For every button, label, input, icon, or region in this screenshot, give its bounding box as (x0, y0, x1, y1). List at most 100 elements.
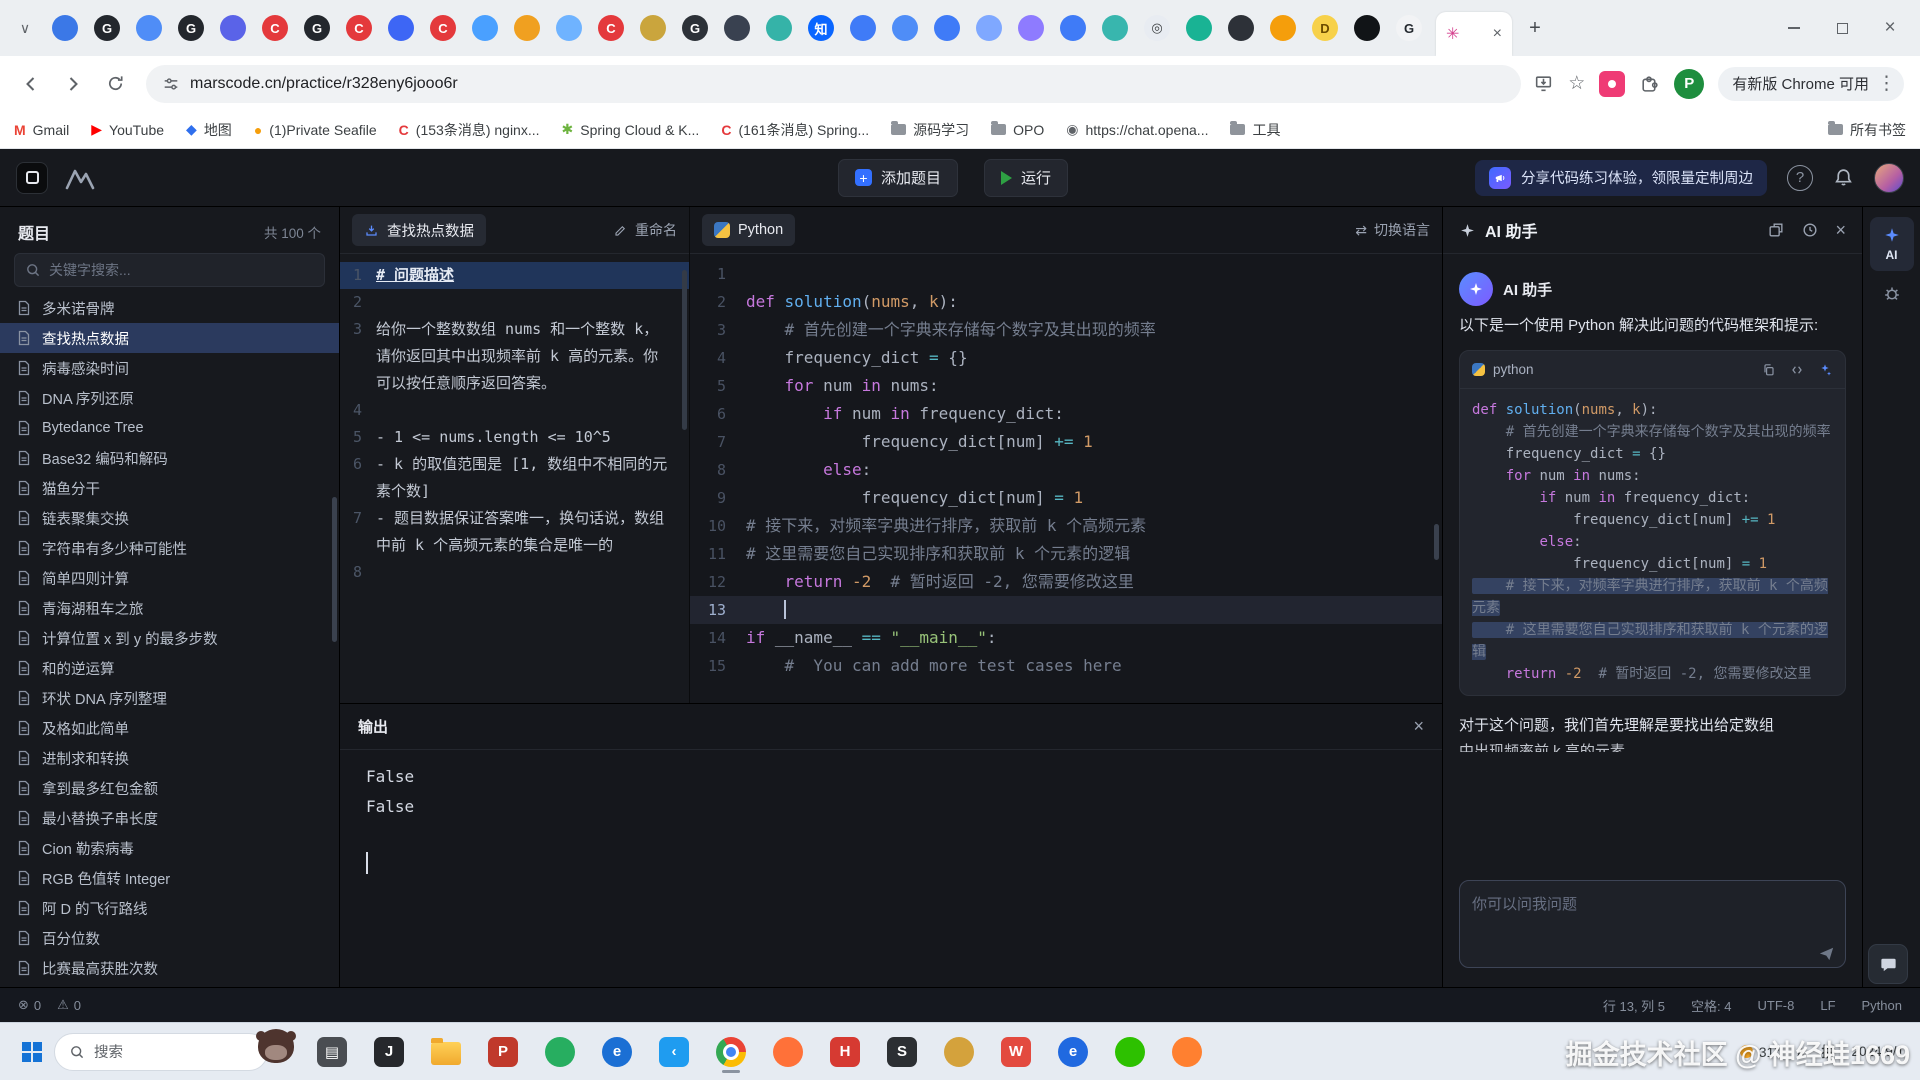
taskbar-wps[interactable]: W (994, 1030, 1038, 1074)
sidebar-item[interactable]: 和的逆运算 (0, 653, 339, 683)
tab-favicon[interactable] (850, 15, 876, 41)
ai-close-button[interactable]: × (1835, 220, 1846, 241)
bookmark-item[interactable]: ▶YouTube (91, 121, 164, 138)
tab-favicon[interactable] (892, 15, 918, 41)
tab-favicon[interactable] (514, 15, 540, 41)
tray-overflow-button[interactable]: ∧ (1796, 1044, 1806, 1060)
help-button[interactable]: ? (1787, 165, 1813, 191)
code-line[interactable]: 2def solution(nums, k): (690, 288, 1442, 316)
language-tab[interactable]: Python (702, 214, 795, 246)
tab-favicon[interactable] (934, 15, 960, 41)
code-line[interactable]: 15 # You can add more test cases here (690, 652, 1442, 680)
code-line[interactable]: 10# 接下来，对频率字典进行排序，获取前 k 个高频元素 (690, 512, 1442, 540)
search-highlight-gorilla-image[interactable] (258, 1029, 294, 1063)
taskbar-file-explorer[interactable] (424, 1030, 468, 1074)
tab-favicon[interactable] (1228, 15, 1254, 41)
language-mode[interactable]: Python (1862, 998, 1902, 1013)
taskbar-pdf-app[interactable]: P (481, 1030, 525, 1074)
back-button[interactable] (12, 65, 50, 103)
copy-code-button[interactable] (1761, 361, 1777, 377)
tab-favicon[interactable] (1354, 15, 1380, 41)
tab-favicon[interactable] (1102, 15, 1128, 41)
taskbar-notepad-app[interactable]: ▤ (310, 1030, 354, 1074)
code-line[interactable]: 14if __name__ == "__main__": (690, 624, 1442, 652)
code-line[interactable]: 6 if num in frequency_dict: (690, 400, 1442, 428)
window-minimize-button[interactable] (1770, 0, 1818, 56)
taskbar-firefox[interactable] (766, 1030, 810, 1074)
user-avatar[interactable] (1874, 163, 1904, 193)
tab-favicon[interactable] (52, 15, 78, 41)
sidebar-item[interactable]: 链表聚集交换 (0, 503, 339, 533)
insert-code-button[interactable] (1789, 361, 1805, 377)
promo-banner[interactable]: 分享代码练习体验，领限量定制周边 (1475, 160, 1767, 196)
tab-favicon[interactable] (766, 15, 792, 41)
tab-favicon[interactable] (1186, 15, 1212, 41)
sidebar-item[interactable]: 青海湖租车之旅 (0, 593, 339, 623)
problems-summary[interactable]: ⊗0 ⚠0 (18, 997, 81, 1013)
sidebar-item[interactable]: RGB 色值转 Integer (0, 863, 339, 893)
install-app-button[interactable] (1533, 73, 1554, 94)
sidebar-item[interactable]: 计算位置 x 到 y 的最多步数 (0, 623, 339, 653)
tab-favicon[interactable]: C (430, 15, 456, 41)
code-line[interactable]: 11# 这里需要您自己实现排序和获取前 k 个元素的逻辑 (690, 540, 1442, 568)
taskbar-wechat[interactable] (1108, 1030, 1152, 1074)
bookmark-item[interactable]: ●(1)Private Seafile (254, 122, 377, 138)
sidebar-item[interactable]: 及格如此简单 (0, 713, 339, 743)
run-button[interactable]: 运行 (984, 159, 1068, 197)
marscode-logo-icon[interactable] (64, 165, 98, 191)
code-lines[interactable]: 12def solution(nums, k):3 # 首先创建一个字典来存储每… (690, 254, 1442, 703)
problem-scrollbar[interactable] (682, 270, 687, 430)
tab-favicon[interactable] (388, 15, 414, 41)
app-logo[interactable] (16, 162, 48, 194)
bookmark-item[interactable]: C(153条消息) nginx... (399, 120, 540, 140)
code-line[interactable]: 1 (690, 260, 1442, 288)
problem-tab[interactable]: 查找热点数据 (352, 214, 486, 246)
sidebar-item[interactable]: 简单四则计算 (0, 563, 339, 593)
tab-favicon[interactable]: G (304, 15, 330, 41)
sidebar-item[interactable]: 比赛最高获胜次数 (0, 953, 339, 983)
extension-pinned-button[interactable] (1599, 71, 1625, 97)
tab-favicon[interactable]: G (1396, 15, 1422, 41)
browser-menu-icon[interactable]: ⋮ (1877, 72, 1896, 95)
code-line[interactable]: 12 return -2 # 暂时返回 -2, 您需要修改这里 (690, 568, 1442, 596)
sidebar-item[interactable]: 阿 D 的飞行路线 (0, 893, 339, 923)
bookmark-item[interactable]: ✱Spring Cloud & K... (562, 121, 700, 138)
tab-favicon[interactable] (556, 15, 582, 41)
sidebar-item[interactable]: 拿到最多红包金额 (0, 773, 339, 803)
indentation-setting[interactable]: 空格: 4 (1691, 996, 1731, 1015)
debug-toggle[interactable] (1882, 283, 1902, 303)
tab-favicon[interactable]: ◎ (1144, 15, 1170, 41)
ime-indicator[interactable]: 拼 (1821, 1042, 1835, 1062)
code-line[interactable]: 9 frequency_dict[num] = 1 (690, 484, 1442, 512)
code-line[interactable]: 13 (690, 596, 1442, 624)
search-input[interactable] (49, 262, 314, 278)
address-bar[interactable]: marscode.cn/practice/r328eny6jooo6r (146, 65, 1521, 103)
ai-assistant-toggle[interactable]: AI (1870, 217, 1914, 271)
tab-favicon[interactable] (640, 15, 666, 41)
chrome-update-button[interactable]: 有新版 Chrome 可用 ⋮ (1718, 67, 1904, 101)
bookmark-item[interactable]: ◆地图 (186, 120, 232, 140)
reload-button[interactable] (96, 65, 134, 103)
window-maximize-button[interactable] (1818, 0, 1866, 56)
taskbar-chrome[interactable] (709, 1030, 753, 1074)
tab-favicon[interactable]: G (94, 15, 120, 41)
code-line[interactable]: 8 else: (690, 456, 1442, 484)
start-button[interactable] (10, 1030, 54, 1074)
sidebar-item[interactable]: 字符串有多少种可能性 (0, 533, 339, 563)
taskbar-gold-app[interactable] (937, 1030, 981, 1074)
sidebar-item[interactable]: Bytedance Tree (0, 413, 339, 443)
rename-button[interactable]: 重命名 (613, 220, 677, 240)
taskbar-vscode[interactable]: ‹ (652, 1030, 696, 1074)
weather-widget[interactable]: 31° (1740, 1044, 1780, 1060)
bookmark-star-button[interactable]: ☆ (1568, 72, 1585, 95)
sidebar-item[interactable]: 环状 DNA 序列整理 (0, 683, 339, 713)
send-button[interactable] (1817, 944, 1836, 963)
ai-code[interactable]: def solution(nums, k): # 首先创建一个字典来存储每个数字… (1460, 389, 1845, 695)
sidebar-scrollbar[interactable] (332, 497, 337, 642)
output-close-button[interactable]: × (1413, 716, 1424, 737)
switch-language-button[interactable]: ⇄ 切换语言 (1355, 220, 1430, 240)
tab-favicon[interactable] (1270, 15, 1296, 41)
bookmark-item[interactable]: 工具 (1230, 120, 1280, 140)
taskbar-edge[interactable]: e (1051, 1030, 1095, 1074)
sidebar-item[interactable]: 进制求和转换 (0, 743, 339, 773)
